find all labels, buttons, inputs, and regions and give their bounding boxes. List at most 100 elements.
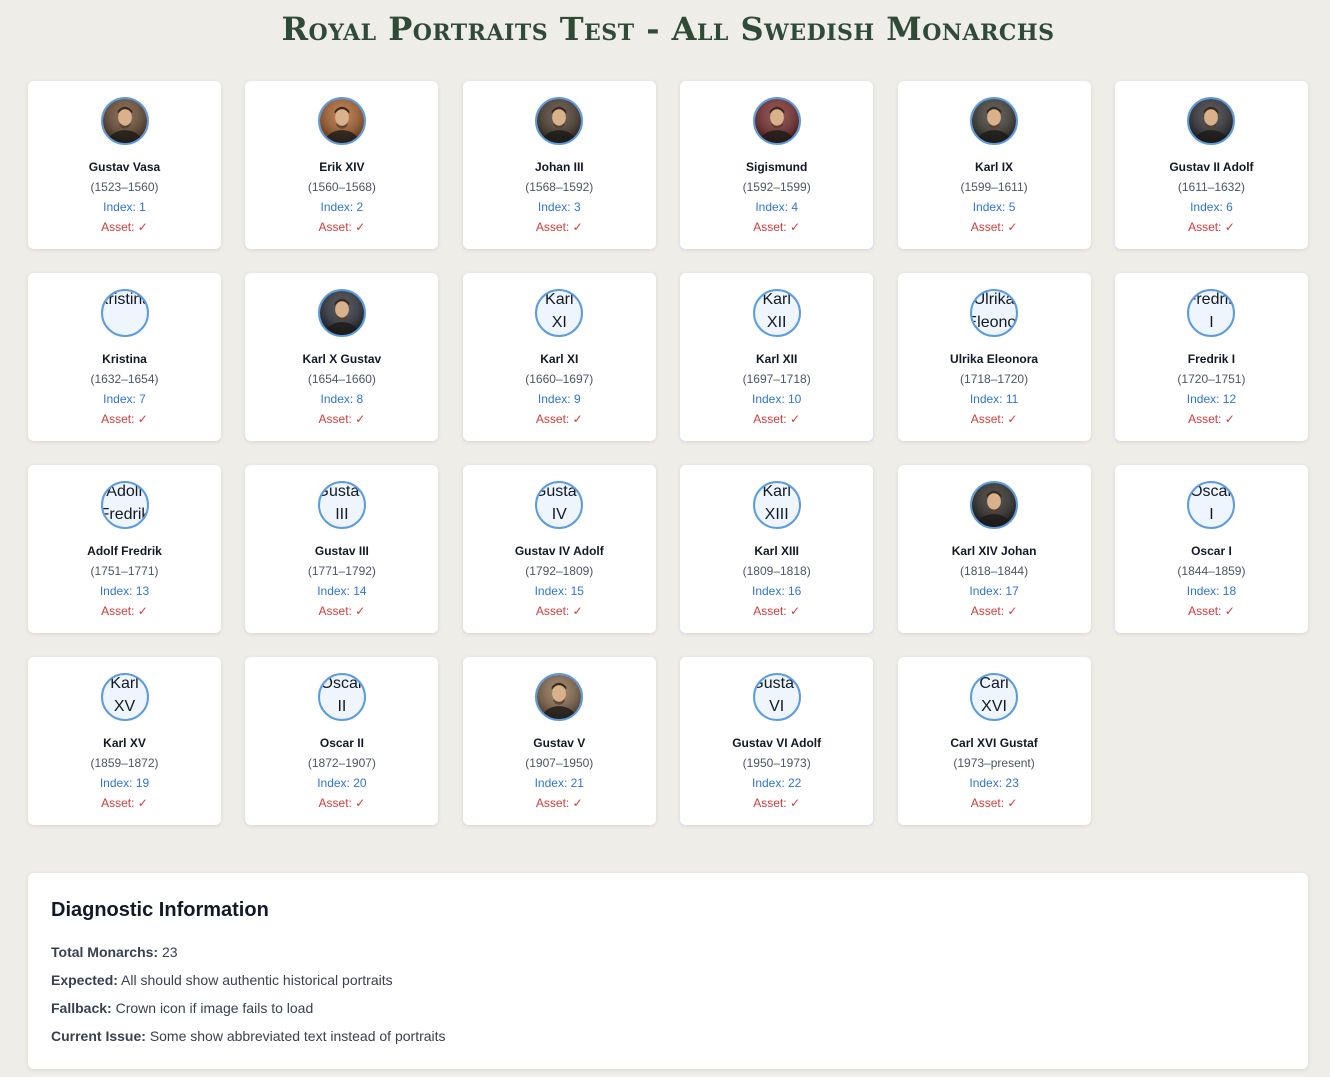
monarch-card: Gustav III Gustav III (1771–1792) Index: 14… [245, 465, 439, 633]
portrait-abbreviation: Karl XIII [762, 483, 791, 523]
monarch-reign-years: (1792–1809) [525, 564, 594, 578]
portrait-abbreviation: Oscar I [1190, 483, 1233, 523]
monarch-card: Karl XI Karl XI (1660–1697) Index: 9 Asset: … [462, 273, 656, 441]
portrait-fallback-text: Kristina [100, 289, 149, 337]
monarch-index: Index: 13 [99, 584, 150, 598]
monarch-name: Karl X Gustav [302, 352, 382, 366]
page-title: Royal Portraits Test - All Swedish Monar… [281, 10, 1055, 48]
portrait-fallback-text: Karl XV [100, 673, 149, 721]
monarch-asset-status: Asset: ✓ [970, 796, 1018, 810]
monarch-name: Carl XVI Gustaf [950, 736, 1038, 750]
monarch-grid: Gustav Vasa (1523–1560) Index: 1 Asset: ✓ Er… [28, 81, 1308, 825]
monarch-index: Index: 4 [755, 200, 799, 214]
monarch-reign-years: (1844–1859) [1177, 564, 1246, 578]
monarch-name: Karl XIII [754, 544, 800, 558]
monarch-card: Johan III (1568–1592) Index: 3 Asset: ✓ [462, 81, 656, 249]
portrait-fallback-text: Karl XII [752, 289, 801, 337]
monarch-reign-years: (1872–1907) [307, 756, 376, 770]
monarch-card: Carl XVI Carl XVI Gustaf (1973–present) Ind… [897, 657, 1091, 825]
diagnostic-heading: Diagnostic Information [51, 899, 269, 921]
portrait-image [535, 97, 584, 145]
monarch-index: Index: 19 [99, 776, 150, 790]
portrait-painting [972, 483, 1017, 527]
monarch-card: Erik XIV (1560–1568) Index: 2 Asset: ✓ [245, 81, 439, 249]
monarch-reign-years: (1907–1950) [525, 756, 594, 770]
portrait-image [1187, 97, 1236, 145]
monarch-index: Index: 9 [537, 392, 581, 406]
monarch-card: Karl XV Karl XV (1859–1872) Index: 19 Asset:… [28, 657, 221, 825]
monarch-asset-status: Asset: ✓ [318, 220, 366, 234]
portrait-abbreviation: Kristina [100, 291, 147, 308]
monarch-asset-status: Asset: ✓ [970, 604, 1018, 618]
portrait-painting [537, 99, 582, 143]
monarch-index: Index: 10 [751, 392, 802, 406]
monarch-name: Oscar I [1191, 544, 1232, 558]
monarch-card: Gustav V (1907–1950) Index: 21 Asset: ✓ [462, 657, 656, 825]
monarch-asset-status: Asset: ✓ [535, 604, 583, 618]
monarch-card: Karl IX (1599–1611) Index: 5 Asset: ✓ [897, 81, 1091, 249]
portrait-image [970, 97, 1019, 145]
monarch-asset-status: Asset: ✓ [101, 220, 148, 234]
monarch-name: Erik XIV [319, 160, 365, 174]
portrait-painting [754, 99, 799, 143]
monarch-card: Sigismund (1592–1599) Index: 4 Asset: ✓ [680, 81, 874, 249]
portrait-painting [319, 291, 364, 335]
portrait-abbreviation: Carl XVI [979, 675, 1009, 715]
monarch-asset-status: Asset: ✓ [753, 604, 801, 618]
monarch-asset-status: Asset: ✓ [753, 796, 801, 810]
monarch-asset-status: Asset: ✓ [970, 220, 1018, 234]
monarch-index: Index: 12 [1186, 392, 1237, 406]
monarch-card: Gustav IV Gustav IV Adolf (1792–1809) Index… [462, 465, 656, 633]
monarch-index: Index: 15 [534, 584, 584, 598]
monarch-card: Gustav VI Gustav VI Adolf (1950–1973) Index… [680, 657, 874, 825]
portrait-image [970, 481, 1019, 529]
monarch-index: Index: 2 [320, 200, 364, 214]
diagnostic-expected-value: All should show authentic historical por… [121, 972, 393, 988]
portrait-painting [102, 99, 147, 143]
diagnostic-total: Total Monarchs: 23 [51, 942, 1285, 962]
portrait-fallback-text: Ulrika Eleonora [970, 289, 1019, 337]
monarch-asset-status: Asset: ✓ [1188, 604, 1235, 618]
monarch-name: Johan III [534, 160, 584, 174]
monarch-index: Index: 20 [317, 776, 367, 790]
monarch-card: Kristina Kristina (1632–1654) Index: 7 Asset… [28, 273, 221, 441]
monarch-index: Index: 22 [751, 776, 802, 790]
monarch-asset-status: Asset: ✓ [318, 604, 366, 618]
monarch-card: Fredrik I Fredrik I (1720–1751) Index: 12 As… [1114, 273, 1308, 441]
monarch-card: Oscar I Oscar I (1844–1859) Index: 18 Asset:… [1114, 465, 1308, 633]
monarch-name: Karl XV [103, 736, 146, 750]
monarch-name: Karl XI [540, 352, 579, 366]
monarch-name: Karl IX [975, 160, 1014, 174]
portrait-abbreviation: Karl XII [762, 291, 791, 331]
portrait-abbreviation: Gustav III [317, 483, 366, 523]
monarch-asset-status: Asset: ✓ [535, 412, 583, 426]
portrait-abbreviation: Karl XI [545, 291, 574, 331]
diagnostic-panel: Diagnostic Information Total Monarchs: 2… [28, 873, 1308, 1069]
monarch-asset-status: Asset: ✓ [318, 412, 366, 426]
monarch-reign-years: (1592–1599) [742, 180, 811, 194]
diagnostic-issue-label: Current Issue: [51, 1028, 146, 1044]
portrait-abbreviation: Gustav IV [535, 483, 584, 523]
portrait-painting [537, 675, 582, 719]
monarch-index: Index: 14 [317, 584, 367, 598]
portrait-image [317, 289, 366, 337]
portrait-abbreviation: Karl XV [110, 675, 139, 715]
diagnostic-total-label: Total Monarchs: [51, 944, 159, 960]
monarch-name: Kristina [102, 352, 147, 366]
monarch-asset-status: Asset: ✓ [753, 220, 801, 234]
monarch-index: Index: 3 [537, 200, 581, 214]
monarch-reign-years: (1950–1973) [742, 756, 811, 770]
portrait-image [317, 97, 366, 145]
monarch-asset-status: Asset: ✓ [535, 220, 583, 234]
monarch-name: Gustav VI Adolf [732, 736, 822, 750]
monarch-reign-years: (1818–1844) [960, 564, 1029, 578]
monarch-card: Gustav Vasa (1523–1560) Index: 1 Asset: ✓ [28, 81, 221, 249]
monarch-reign-years: (1859–1872) [90, 756, 159, 770]
portrait-painting [1189, 99, 1234, 143]
monarch-asset-status: Asset: ✓ [535, 796, 583, 810]
monarch-reign-years: (1611–1632) [1177, 180, 1246, 194]
portrait-fallback-text: Adolf Fredrik [100, 481, 149, 529]
monarch-name: Ulrika Eleonora [950, 352, 1039, 366]
monarch-card: Oscar II Oscar II (1872–1907) Index: 20 Asse… [245, 657, 439, 825]
monarch-asset-status: Asset: ✓ [970, 412, 1018, 426]
